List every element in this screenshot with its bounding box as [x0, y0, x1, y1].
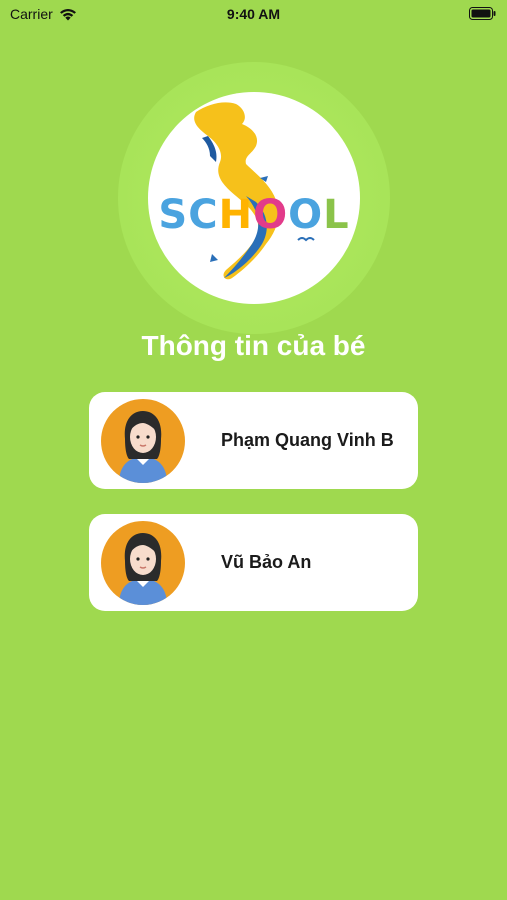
child-card-2[interactable]: Vũ Bảo An: [89, 514, 418, 611]
battery-icon: [469, 7, 497, 23]
child-avatar-icon: [101, 521, 185, 605]
child-name: Vũ Bảo An: [221, 552, 312, 572]
logo-letter-l: L: [323, 192, 350, 238]
logo-letter-s: S: [158, 192, 189, 238]
logo-letter-o2: O: [288, 192, 324, 238]
logo-letter-o1: O: [253, 192, 289, 238]
status-time: 9:40 AM: [226, 6, 281, 22]
logo-letter-h: H: [218, 192, 254, 238]
logo-letter-c: C: [188, 192, 219, 238]
page-title: Thông tin của bé: [141, 330, 366, 361]
child-card-1[interactable]: Phạm Quang Vinh B: [89, 392, 418, 489]
child-name: Phạm Quang Vinh B: [221, 430, 394, 450]
child-avatar-icon: [101, 399, 185, 483]
school-logo: SCHOOL: [148, 92, 360, 304]
logo-wordmark: SCHOOL: [148, 192, 360, 238]
status-bar: Carrier 9:40 AM: [0, 0, 507, 30]
